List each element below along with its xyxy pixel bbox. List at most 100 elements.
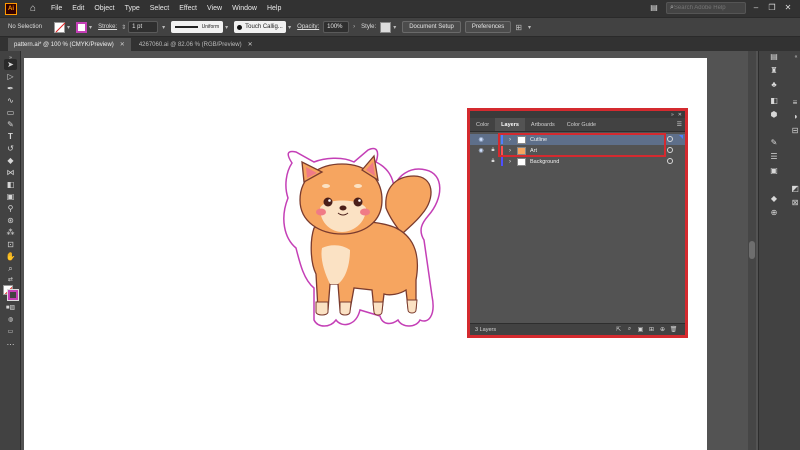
menu-select[interactable]: Select [150, 5, 169, 12]
menu-file[interactable]: File [51, 5, 62, 12]
layer-name[interactable]: Background [530, 159, 559, 165]
stepper-icon[interactable]: ⇕ [121, 24, 126, 31]
more-tools-icon[interactable]: ⋯ [4, 339, 17, 350]
visibility-eye-icon[interactable]: ◉ [476, 147, 486, 154]
layer-row-background[interactable]: 🔒︎ › Background [470, 156, 685, 167]
links-icon[interactable]: ⊕ [767, 207, 781, 219]
curvature-tool-icon[interactable]: ∿ [4, 95, 17, 106]
appearance-icon[interactable]: ☰ [767, 151, 781, 163]
chevron-down-icon[interactable]: ▾ [393, 24, 396, 31]
color-guide-icon[interactable]: ◧ [767, 95, 781, 107]
layer-target-icon[interactable] [667, 136, 673, 142]
expand-chevron-icon[interactable]: › [506, 159, 514, 165]
new-layer-icon[interactable]: ⊕ [657, 326, 668, 333]
document-tab[interactable]: 4267060.ai @ 82.06 % (RGB/Preview) ✕ [133, 38, 259, 51]
rotate-tool-icon[interactable]: ↺ [4, 143, 17, 154]
export-icon[interactable]: ⇱ [613, 326, 624, 333]
menu-edit[interactable]: Edit [72, 5, 84, 12]
eyedropper-tool-icon[interactable]: ⚲ [4, 203, 17, 214]
menu-view[interactable]: View [207, 5, 222, 12]
color-mode-icon[interactable]: ■▨ [4, 303, 17, 314]
symbols-icon[interactable]: ♣ [767, 79, 781, 91]
gradient-tool-icon[interactable]: ▣ [4, 191, 17, 202]
chevron-down-icon[interactable]: ▾ [225, 24, 228, 31]
artboard-tool-icon[interactable]: ⊡ [4, 239, 17, 250]
scroll-thumb[interactable] [749, 241, 755, 259]
pathfinder-icon[interactable]: ◩ [788, 183, 800, 195]
menu-type[interactable]: Type [125, 5, 140, 12]
menu-effect[interactable]: Effect [179, 5, 197, 12]
variable-width-profile[interactable]: Uniform [171, 21, 224, 33]
selection-tool-icon[interactable]: ➤ [4, 59, 17, 70]
tab-artboards[interactable]: Artboards [525, 118, 561, 131]
arrange-documents-icon[interactable]: ▤ [648, 2, 660, 14]
lock-icon[interactable]: 🔒︎ [488, 147, 498, 154]
lock-icon[interactable]: 🔒︎ [488, 158, 498, 165]
shape-builder-tool-icon[interactable]: ◧ [4, 179, 17, 190]
document-setup-button[interactable]: Document Setup [402, 21, 461, 33]
panel-titlebar[interactable]: » ✕ [470, 111, 685, 118]
chevron-right-icon[interactable]: › [353, 24, 355, 30]
blend-tool-icon[interactable]: ⊛ [4, 215, 17, 226]
transparency-panel-icon[interactable]: ◑ [788, 111, 800, 123]
symbol-sprayer-tool-icon[interactable]: ⁂ [4, 227, 17, 238]
arrange-icon[interactable]: ⊞ [515, 23, 522, 32]
help-search-field[interactable]: ⌕ [666, 2, 746, 14]
visibility-eye-icon[interactable]: ◉ [476, 136, 486, 143]
transform-icon[interactable]: ⊠ [788, 197, 800, 209]
stroke-panel-icon[interactable]: ≡ [788, 97, 800, 109]
chevron-down-icon[interactable]: ▾ [67, 24, 70, 31]
preferences-button[interactable]: Preferences [464, 21, 512, 33]
align-panel-icon[interactable]: ⊟ [788, 125, 800, 137]
eraser-tool-icon[interactable]: ◆ [4, 155, 17, 166]
chevron-down-icon[interactable]: ▾ [528, 24, 531, 31]
clipping-mask-icon[interactable]: ▣ [635, 326, 646, 333]
properties-icon[interactable]: ▤ [767, 51, 781, 63]
close-icon[interactable]: ✕ [782, 2, 794, 14]
pen-tool-icon[interactable]: ✒ [4, 83, 17, 94]
brush-definition[interactable]: Touch Callig... [234, 21, 287, 33]
tab-color-guide[interactable]: Color Guide [561, 118, 602, 131]
stroke-color-swatch[interactable] [7, 289, 19, 301]
rectangle-tool-icon[interactable]: ▭ [4, 107, 17, 118]
collapse-dock-icon[interactable]: « [789, 51, 800, 63]
fill-swatch[interactable] [54, 21, 66, 33]
delete-layer-icon[interactable]: 🗑︎ [668, 326, 679, 333]
menu-help[interactable]: Help [267, 5, 281, 12]
minimize-icon[interactable]: – [750, 2, 762, 14]
screen-mode-icon[interactable]: ▭ [4, 327, 17, 338]
restore-icon[interactable]: ❐ [766, 2, 778, 14]
graphic-styles-icon[interactable]: ▣ [767, 165, 781, 177]
tab-layers[interactable]: Layers [495, 118, 525, 131]
direct-selection-tool-icon[interactable]: ▷ [4, 71, 17, 82]
close-icon[interactable]: ✕ [678, 112, 682, 118]
hand-tool-icon[interactable]: ✋ [4, 251, 17, 262]
opacity-field[interactable]: 100% [323, 21, 350, 33]
help-search-input[interactable] [673, 5, 740, 11]
type-tool-icon[interactable]: T [4, 131, 17, 142]
stroke-weight-field[interactable]: 1 pt [128, 21, 159, 33]
width-tool-icon[interactable]: ⋈ [4, 167, 17, 178]
dock-scrollbar[interactable] [748, 51, 756, 450]
chevron-down-icon[interactable]: ▾ [89, 24, 92, 31]
swatches-icon[interactable]: ⬢ [767, 109, 781, 121]
close-icon[interactable]: ✕ [120, 41, 125, 48]
draw-mode-icon[interactable]: ◍ [4, 315, 17, 326]
libraries-icon[interactable]: ♜ [767, 65, 781, 77]
chevron-down-icon[interactable]: ▾ [162, 24, 165, 31]
paintbrush-tool-icon[interactable]: ✎ [4, 119, 17, 130]
menu-object[interactable]: Object [94, 5, 114, 12]
home-icon[interactable]: ⌂ [27, 3, 39, 15]
graphic-style-swatch[interactable] [380, 21, 392, 33]
locate-object-icon[interactable]: ⌕ [624, 326, 635, 333]
layers-icon[interactable]: ◆ [767, 193, 781, 205]
menu-window[interactable]: Window [232, 5, 257, 12]
panel-menu-icon[interactable]: ☰ [677, 121, 682, 128]
zoom-tool-icon[interactable]: ⌕ [4, 263, 17, 274]
stroke-swatch[interactable] [76, 21, 88, 33]
collapse-panel-icon[interactable]: » [671, 112, 674, 118]
tab-color[interactable]: Color [470, 118, 495, 131]
close-icon[interactable]: ✕ [248, 41, 253, 48]
stroke-label[interactable]: Stroke: [98, 24, 117, 30]
new-sublayer-icon[interactable]: ⊞ [646, 326, 657, 333]
